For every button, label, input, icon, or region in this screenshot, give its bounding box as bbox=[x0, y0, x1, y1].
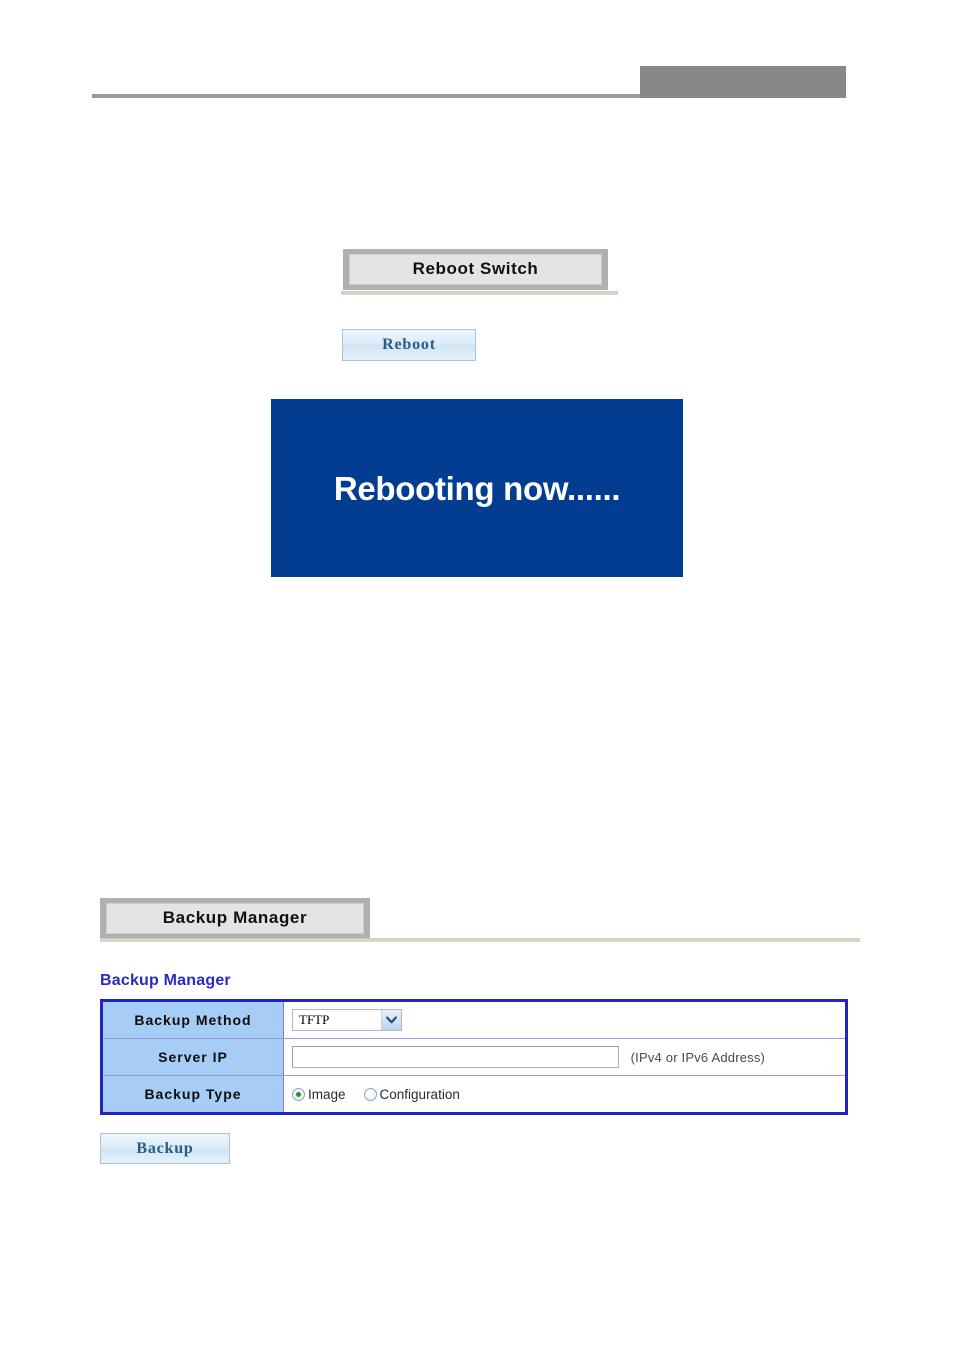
table-row: Backup Type Image Configuration bbox=[103, 1075, 846, 1113]
radio-unselected-icon[interactable] bbox=[363, 1087, 377, 1101]
server-ip-hint: (IPv4 or IPv6 Address) bbox=[630, 1049, 766, 1065]
backup-type-radio-configuration[interactable]: Configuration bbox=[363, 1086, 460, 1102]
backup-type-radio-image[interactable]: Image bbox=[292, 1087, 346, 1102]
header-logo-placeholder bbox=[640, 66, 846, 98]
radio-selected-icon[interactable] bbox=[292, 1087, 305, 1101]
backup-type-label: Backup Type bbox=[103, 1075, 284, 1112]
server-ip-value-cell: (IPv4 or IPv6 Address) bbox=[283, 1038, 845, 1076]
reboot-switch-title-bar: Reboot Switch bbox=[343, 249, 608, 290]
backup-manager-title-text: Backup Manager bbox=[106, 903, 364, 934]
backup-method-selected-value: TFTP bbox=[299, 1012, 330, 1027]
server-ip-label: Server IP bbox=[103, 1038, 284, 1076]
reboot-section-rule bbox=[341, 291, 618, 295]
backup-type-configuration-label: Configuration bbox=[379, 1086, 460, 1102]
table-row: Backup Method TFTP bbox=[103, 1002, 845, 1039]
backup-manager-title-bar: Backup Manager bbox=[100, 898, 370, 939]
backup-manager-heading: Backup Manager bbox=[100, 972, 231, 989]
backup-section-rule bbox=[100, 938, 860, 942]
backup-button[interactable]: Backup bbox=[100, 1133, 230, 1164]
backup-manager-form-table: Backup Method TFTP Server IP (IPv4 or IP… bbox=[100, 999, 848, 1115]
backup-method-label: Backup Method bbox=[103, 1002, 284, 1039]
reboot-button[interactable]: Reboot bbox=[342, 329, 476, 361]
backup-method-value-cell: TFTP bbox=[283, 1002, 845, 1039]
rebooting-status-panel: Rebooting now...... bbox=[271, 399, 683, 577]
backup-type-radio-group: Image Configuration bbox=[292, 1087, 845, 1102]
backup-method-select[interactable]: TFTP bbox=[292, 1009, 402, 1031]
header-divider-rule bbox=[92, 94, 645, 98]
backup-type-value-cell: Image Configuration bbox=[284, 1076, 846, 1113]
backup-type-image-label: Image bbox=[308, 1086, 346, 1102]
page-header bbox=[0, 0, 954, 120]
server-ip-input[interactable] bbox=[292, 1046, 619, 1068]
chevron-down-icon[interactable] bbox=[381, 1010, 401, 1030]
table-row: Server IP (IPv4 or IPv6 Address) bbox=[103, 1038, 845, 1076]
rebooting-status-text: Rebooting now...... bbox=[333, 469, 621, 507]
reboot-switch-title-text: Reboot Switch bbox=[349, 254, 602, 285]
